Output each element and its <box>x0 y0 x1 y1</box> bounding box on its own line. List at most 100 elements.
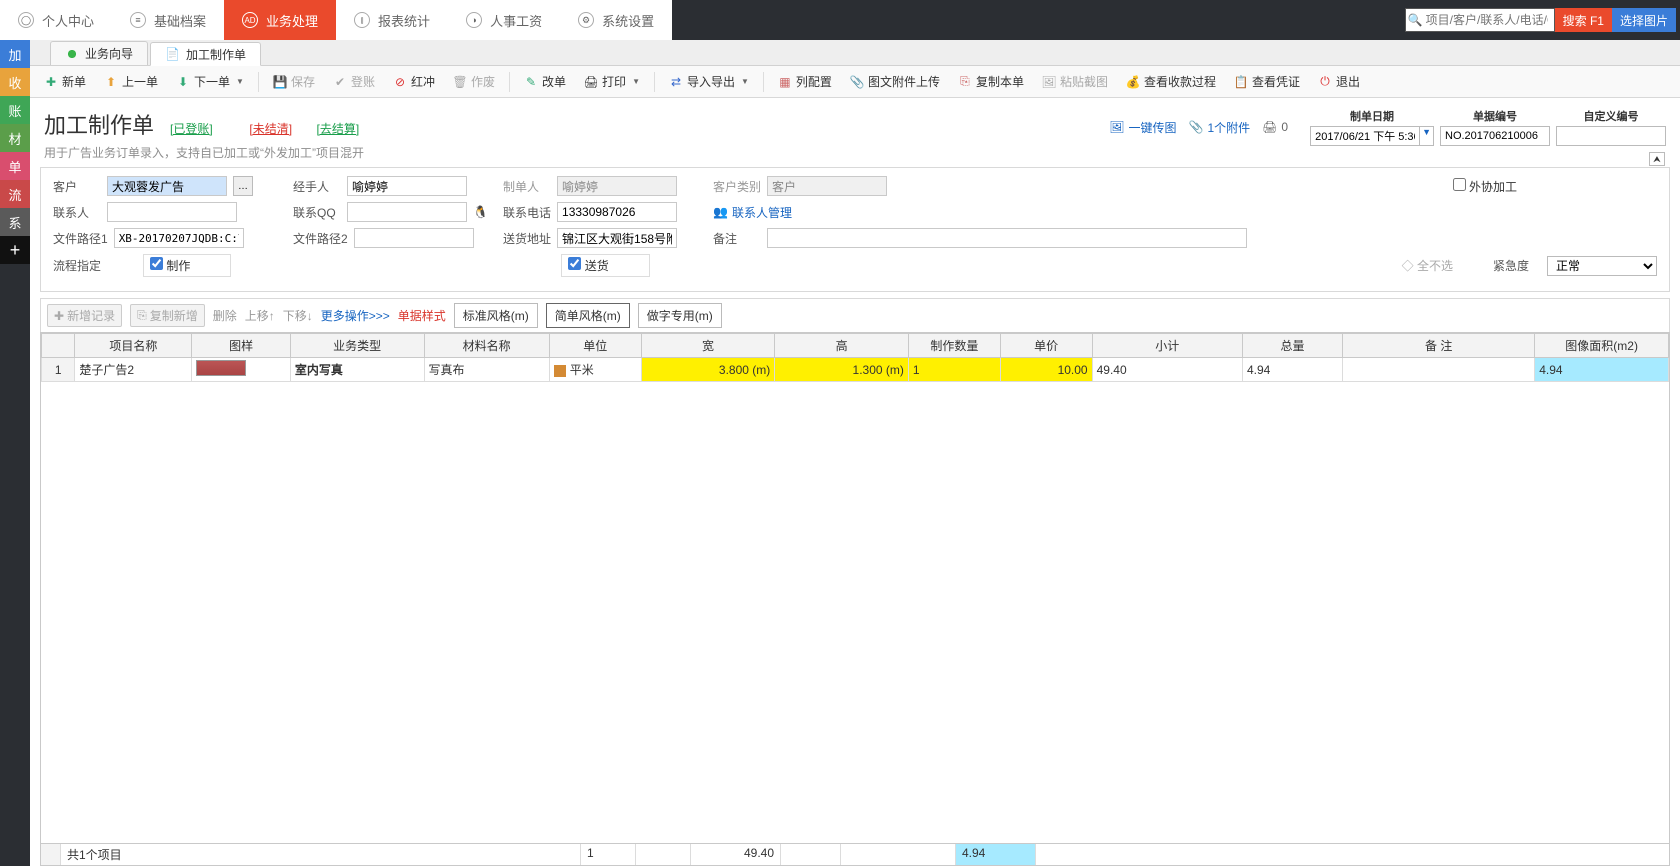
new-button[interactable]: ✚新单 <box>36 69 94 94</box>
link-settle[interactable]: [去结算] <box>317 122 360 136</box>
leftbar-order[interactable]: 单 <box>0 152 30 180</box>
docno-input[interactable] <box>1440 126 1550 146</box>
date-input[interactable] <box>1310 126 1420 146</box>
link-registered[interactable]: [已登账] <box>170 122 213 136</box>
tab-standard[interactable]: 标准风格(m) <box>454 303 538 328</box>
onekey-img-link[interactable]: 🖼一键传图 <box>1109 119 1176 136</box>
paste-button[interactable]: 🖼粘贴截图 <box>1034 69 1116 94</box>
tab-lettering[interactable]: 做字专用(m) <box>638 303 722 328</box>
nav-hr[interactable]: ◑人事工资 <box>448 0 560 40</box>
cell-mat[interactable]: 写真布 <box>424 358 549 382</box>
nav-personal[interactable]: ◯个人中心 <box>0 0 112 40</box>
print-count[interactable]: 🖨0 <box>1262 120 1288 134</box>
copy-button[interactable]: ⎘复制本单 <box>950 69 1032 94</box>
handler-input[interactable] <box>347 176 467 196</box>
print-button[interactable]: 🖨打印▼ <box>576 69 648 94</box>
urgency-select[interactable]: 正常 <box>1547 256 1657 276</box>
next-button[interactable]: ⬇下一单▼ <box>168 69 252 94</box>
col-total[interactable]: 总量 <box>1242 334 1342 358</box>
red-button[interactable]: ⊘红冲 <box>385 69 443 94</box>
col-subtotal[interactable]: 小计 <box>1092 334 1242 358</box>
leftbar-receive[interactable]: 收 <box>0 68 30 96</box>
nav-settings[interactable]: ⚙系统设置 <box>560 0 672 40</box>
leftbar-flow[interactable]: 流 <box>0 180 30 208</box>
deliver-check[interactable]: 送货 <box>568 257 608 274</box>
void-button[interactable]: 🗑作废 <box>445 69 503 94</box>
qq-input[interactable] <box>347 202 467 222</box>
contact-input[interactable] <box>107 202 237 222</box>
col-price[interactable]: 单价 <box>1000 334 1092 358</box>
register-button[interactable]: ✔登账 <box>325 69 383 94</box>
cell-unit[interactable]: 平米 <box>549 358 641 382</box>
custno-input[interactable] <box>1556 126 1666 146</box>
make-check[interactable]: 制作 <box>150 257 190 274</box>
more-link[interactable]: 更多操作>>> <box>321 307 390 324</box>
movedown-link[interactable]: 下移↓ <box>283 307 313 324</box>
tab-guide[interactable]: 业务向导 <box>50 41 148 65</box>
cell-area[interactable]: 4.94 <box>1535 358 1669 382</box>
cell-img[interactable] <box>192 358 291 382</box>
viewvoucher-button[interactable]: 📋查看凭证 <box>1226 69 1308 94</box>
cell-price[interactable]: 10.00 <box>1000 358 1092 382</box>
nav-archive[interactable]: ≡基础档案 <box>112 0 224 40</box>
path1-input[interactable] <box>114 228 244 248</box>
collapse-icon[interactable]: ⮝ <box>1649 152 1665 166</box>
attachimg-button[interactable]: 📎图文附件上传 <box>842 69 948 94</box>
customer-lookup[interactable]: … <box>233 176 253 196</box>
link-unclear[interactable]: [未结清] <box>249 122 292 136</box>
col-mat[interactable]: 材料名称 <box>424 334 549 358</box>
col-w[interactable]: 宽 <box>641 334 775 358</box>
cell-remark[interactable] <box>1343 358 1535 382</box>
col-biz[interactable]: 业务类型 <box>290 334 424 358</box>
cell-subtotal[interactable]: 49.40 <box>1092 358 1242 382</box>
save-button[interactable]: 💾保存 <box>265 69 323 94</box>
cell-h[interactable]: 1.300 (m) <box>775 358 909 382</box>
rework-button[interactable]: ✎改单 <box>516 69 574 94</box>
cell-total[interactable]: 4.94 <box>1242 358 1342 382</box>
tab-simple[interactable]: 简单风格(m) <box>546 303 630 328</box>
leftbar-system[interactable]: 系 <box>0 208 30 236</box>
contact-mgr-link[interactable]: 👥联系人管理 <box>713 204 792 221</box>
prev-button[interactable]: ⬆上一单 <box>96 69 166 94</box>
addr-input[interactable] <box>557 228 677 248</box>
search-button[interactable]: 搜索 F1 <box>1555 8 1612 32</box>
leftbar-plus[interactable]: + <box>0 236 30 264</box>
data-grid[interactable]: 项目名称 图样 业务类型 材料名称 单位 宽 高 制作数量 单价 小计 总量 备… <box>40 332 1670 844</box>
customer-input[interactable] <box>107 176 227 196</box>
attach-count-link[interactable]: 📎1个附件 <box>1189 119 1251 136</box>
col-unit[interactable]: 单位 <box>549 334 641 358</box>
cell-proj[interactable]: 楚子广告2 <box>75 358 192 382</box>
nav-report[interactable]: ⫾报表统计 <box>336 0 448 40</box>
cell-w[interactable]: 3.800 (m) <box>641 358 775 382</box>
outsource-check[interactable]: 外协加工 <box>1453 178 1517 195</box>
viewpay-button[interactable]: 💰查看收款过程 <box>1118 69 1224 94</box>
date-dropdown[interactable]: ▼ <box>1420 126 1434 146</box>
allnone-link[interactable]: ◇ 全不选 <box>1402 257 1453 274</box>
add-row-button[interactable]: ✚新增记录 <box>47 304 122 327</box>
colconf-button[interactable]: ▦列配置 <box>770 69 840 94</box>
del-row-link[interactable]: 删除 <box>213 307 237 324</box>
leftbar-material[interactable]: 材 <box>0 124 30 152</box>
col-img[interactable]: 图样 <box>192 334 291 358</box>
search-input[interactable] <box>1405 8 1555 32</box>
col-remark[interactable]: 备 注 <box>1343 334 1535 358</box>
dup-row-button[interactable]: ⎘复制新增 <box>130 304 205 327</box>
moveup-link[interactable]: 上移↑ <box>245 307 275 324</box>
exit-button[interactable]: ⏻退出 <box>1310 69 1368 94</box>
tab-workorder[interactable]: 📄加工制作单 <box>150 42 261 66</box>
col-proj[interactable]: 项目名称 <box>75 334 192 358</box>
leftbar-ledger[interactable]: 账 <box>0 96 30 124</box>
col-h[interactable]: 高 <box>775 334 909 358</box>
cell-biz[interactable]: 室内写真 <box>290 358 424 382</box>
choose-image-button[interactable]: 选择图片 <box>1612 8 1676 32</box>
nav-business[interactable]: AD业务处理 <box>224 0 336 40</box>
remark-input[interactable] <box>767 228 1247 248</box>
style-link[interactable]: 单据样式 <box>398 307 446 324</box>
col-qty[interactable]: 制作数量 <box>908 334 1000 358</box>
import-export-button[interactable]: ⇄导入导出▼ <box>661 69 757 94</box>
leftbar-add[interactable]: 加 <box>0 40 30 68</box>
col-area[interactable]: 图像面积(m2) <box>1535 334 1669 358</box>
tel-input[interactable] <box>557 202 677 222</box>
table-row[interactable]: 1 楚子广告2 室内写真 写真布 平米 3.800 (m) 1.300 (m) … <box>42 358 1669 382</box>
path2-input[interactable] <box>354 228 474 248</box>
